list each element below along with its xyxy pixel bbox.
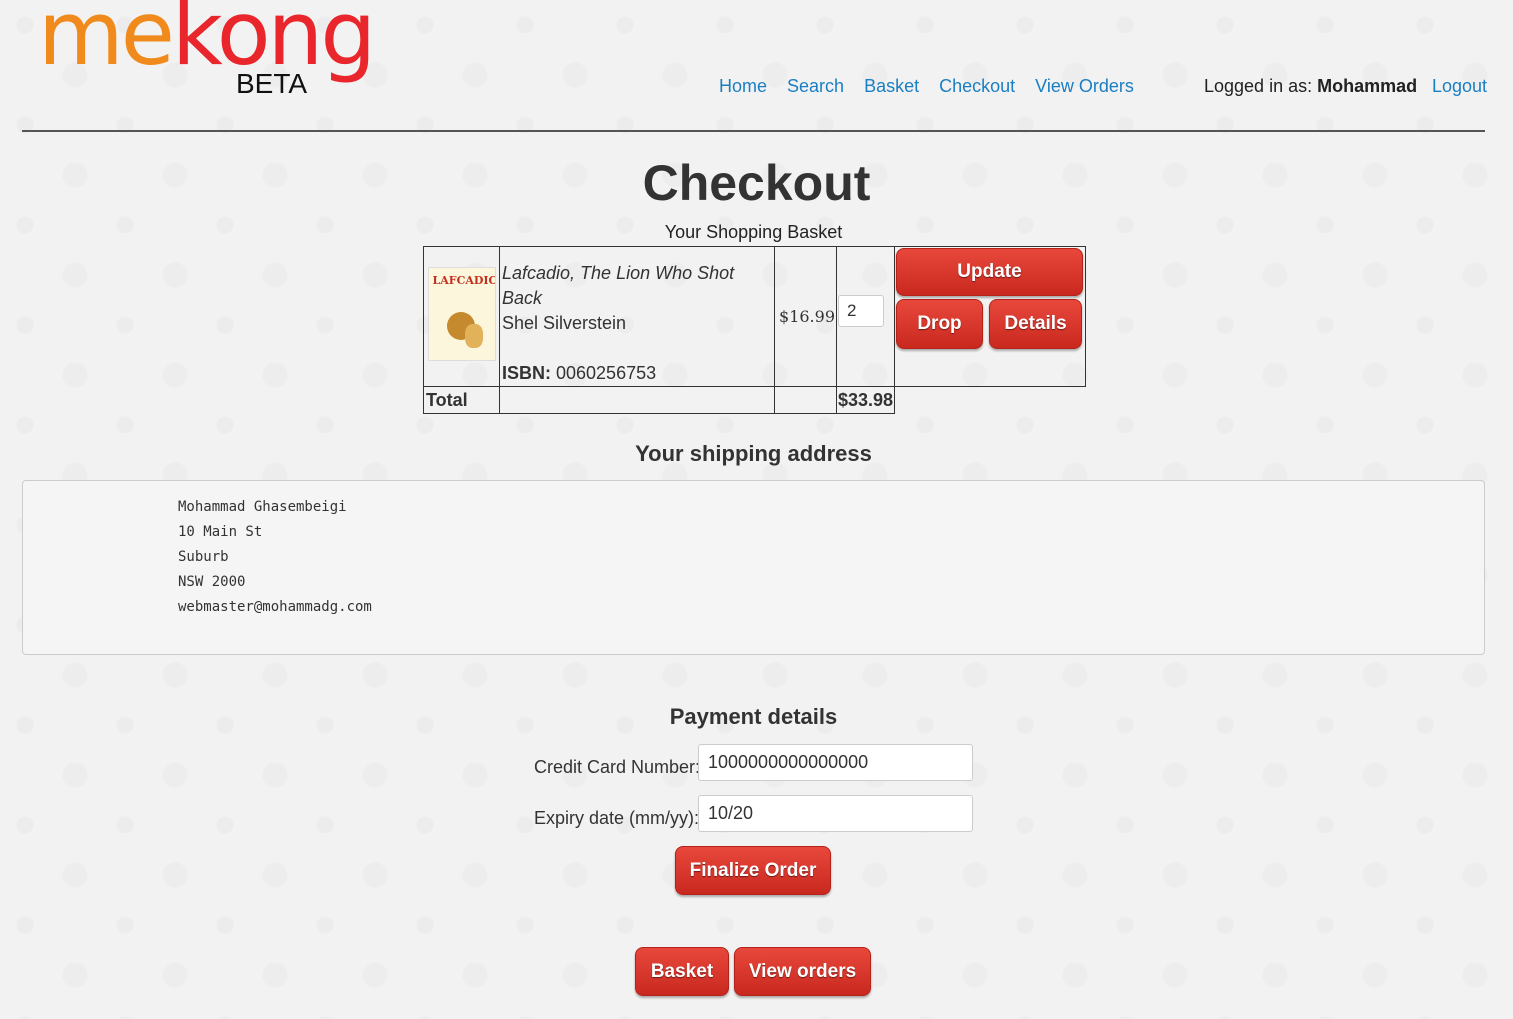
- total-blank-3: [895, 387, 1086, 414]
- finalize-order-button[interactable]: Finalize Order: [675, 846, 831, 895]
- ship-street: 10 Main St: [178, 524, 263, 540]
- table-row: LAFCADIO Lafcadio, The Lion Who Shot Bac…: [423, 246, 1086, 387]
- logo-me: me: [38, 0, 175, 85]
- update-button[interactable]: Update: [896, 248, 1083, 296]
- expiry-label: Expiry date (mm/yy):: [534, 808, 700, 828]
- header-divider: [22, 130, 1485, 132]
- isbn-value: 0060256753: [551, 363, 657, 383]
- logo-wordmark: mekong: [38, 0, 376, 78]
- cover-cell: LAFCADIO: [423, 246, 500, 387]
- logout-link[interactable]: Logout: [1432, 76, 1487, 97]
- ship-suburb: Suburb: [178, 549, 229, 565]
- basket-caption: Your Shopping Basket: [664, 222, 843, 242]
- card-number-input[interactable]: [698, 744, 973, 781]
- cover-title: LAFCADIO: [432, 274, 496, 287]
- total-blank-2: [774, 386, 837, 414]
- card-number-label: Credit Card Number:: [534, 757, 701, 777]
- book-isbn: ISBN: 0060256753: [502, 361, 774, 386]
- drop-button[interactable]: Drop: [896, 299, 983, 349]
- nav-view-orders[interactable]: View Orders: [1035, 76, 1134, 97]
- actions-cell: Update Drop Details: [894, 246, 1086, 387]
- ship-name: Mohammad Ghasembeigi: [178, 499, 347, 515]
- main-nav: Home Search Basket Checkout View Orders: [719, 76, 1154, 97]
- page-title: Checkout: [642, 155, 871, 211]
- ship-email: webmaster@mohammadg.com: [178, 599, 372, 615]
- book-author: Shel Silverstein: [502, 313, 627, 333]
- shipping-heading: Your shipping address: [635, 441, 872, 466]
- shipping-address: Mohammad Ghasembeigi 10 Main St Suburb N…: [178, 495, 372, 620]
- quantity-input[interactable]: [838, 294, 884, 327]
- basket-button[interactable]: Basket: [635, 947, 729, 996]
- total-blank-1: [499, 386, 775, 414]
- shipping-address-box: Mohammad Ghasembeigi 10 Main St Suburb N…: [22, 480, 1485, 655]
- cover-lion-art-2: [464, 324, 483, 348]
- nav-checkout[interactable]: Checkout: [939, 76, 1015, 97]
- logged-in-prefix: Logged in as:: [1204, 76, 1318, 96]
- book-price: $16.99: [774, 246, 837, 387]
- ship-state-postcode: NSW 2000: [178, 574, 246, 590]
- total-amount: $33.98: [836, 386, 895, 414]
- quantity-cell: [836, 246, 895, 387]
- nav-home[interactable]: Home: [719, 76, 767, 97]
- logo-beta: BETA: [236, 68, 308, 99]
- basket-table: LAFCADIO Lafcadio, The Lion Who Shot Bac…: [423, 246, 1086, 414]
- expiry-input[interactable]: [698, 795, 973, 832]
- book-cover-image: LAFCADIO: [427, 267, 496, 361]
- book-info-cell: Lafcadio, The Lion Who Shot Back Shel Si…: [499, 246, 775, 387]
- login-info: Logged in as: Mohammad: [1204, 76, 1417, 97]
- view-orders-button[interactable]: View orders: [734, 947, 871, 996]
- payment-heading: Payment details: [669, 704, 838, 729]
- details-button[interactable]: Details: [989, 299, 1082, 349]
- isbn-label: ISBN:: [502, 363, 551, 383]
- book-title: Lafcadio, The Lion Who Shot Back: [502, 263, 735, 308]
- mekong-logo[interactable]: mekong BETA: [38, 0, 378, 100]
- logged-in-user: Mohammad: [1317, 76, 1418, 96]
- total-row: Total $33.98: [423, 386, 1086, 414]
- nav-basket[interactable]: Basket: [864, 76, 919, 97]
- total-label: Total: [423, 386, 500, 414]
- nav-search[interactable]: Search: [787, 76, 844, 97]
